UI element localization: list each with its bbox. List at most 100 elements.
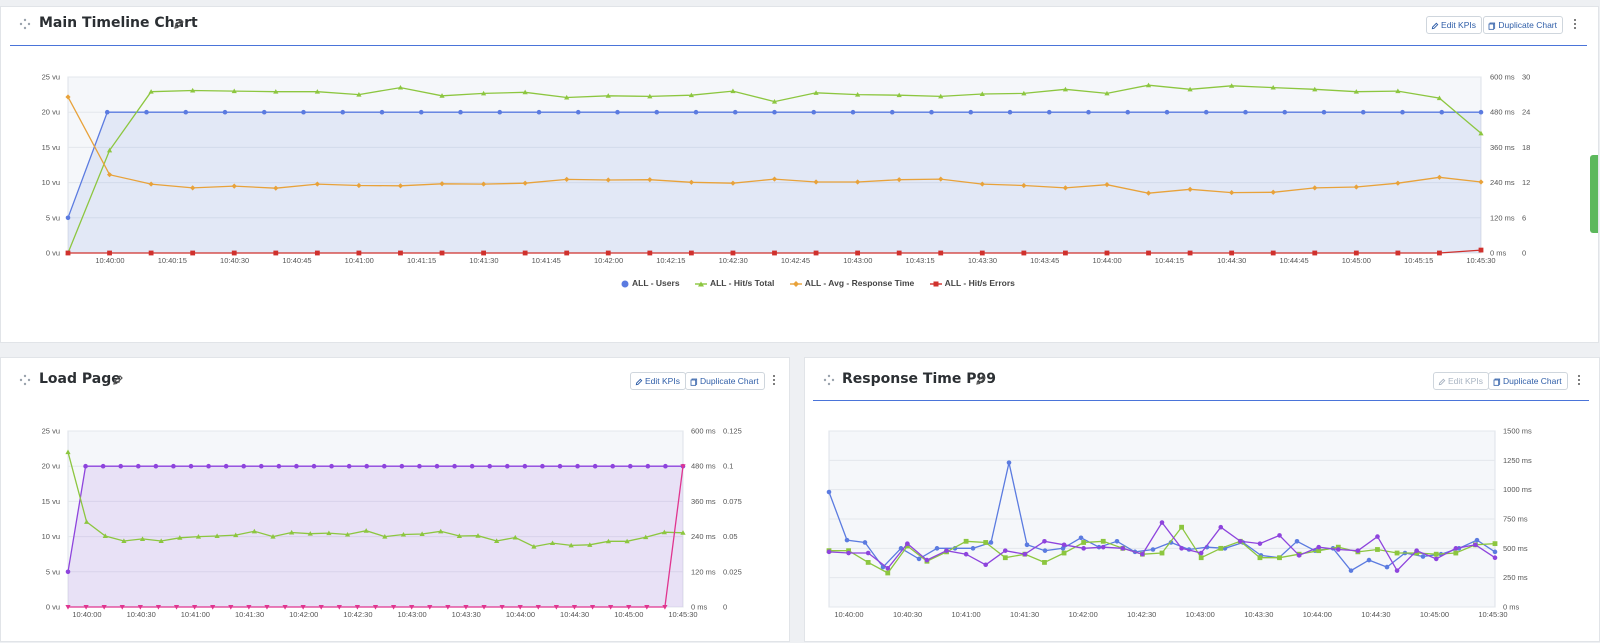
x-tick-label: 10:42:00	[1069, 610, 1098, 619]
data-point	[329, 463, 334, 469]
y-right-tick-label: 600 ms	[1490, 73, 1515, 82]
data-point	[1375, 547, 1380, 552]
data-point	[222, 109, 228, 115]
x-tick-label: 10:43:15	[906, 256, 935, 265]
data-point	[1203, 109, 1209, 115]
y-left-tick-label: 5 vu	[46, 567, 60, 576]
data-point	[1296, 553, 1302, 558]
data-point	[1277, 533, 1282, 538]
series-area-fill	[68, 466, 683, 607]
data-point	[970, 546, 976, 551]
x-tick-label: 10:41:00	[181, 610, 210, 619]
data-point	[148, 250, 154, 256]
data-point	[100, 463, 106, 469]
legend-item-hits-errors[interactable]: ALL - Hit/s Errors	[929, 278, 1015, 288]
data-point	[1159, 550, 1165, 556]
data-point	[1006, 460, 1012, 465]
data-point	[1179, 524, 1184, 530]
data-point	[1081, 540, 1087, 545]
y-right2-tick-label: 0	[723, 603, 727, 612]
y-right-tick-label: 120 ms	[691, 567, 716, 576]
data-point	[1492, 555, 1498, 561]
x-tick-label: 10:40:00	[834, 610, 863, 619]
x-tick-label: 10:44:00	[506, 610, 535, 619]
legend-circle-marker	[621, 280, 629, 288]
data-point	[1042, 548, 1048, 553]
data-point	[1061, 550, 1067, 556]
data-point	[934, 546, 940, 551]
data-point	[135, 463, 141, 469]
data-point	[855, 250, 861, 256]
data-point	[1229, 250, 1235, 256]
x-tick-label: 10:44:30	[1361, 610, 1390, 619]
data-point	[1238, 538, 1243, 544]
data-point	[730, 250, 736, 256]
data-point	[223, 463, 229, 469]
data-point	[1114, 538, 1120, 544]
x-tick-label: 10:43:30	[1244, 610, 1273, 619]
y-right-tick-label: 240 ms	[691, 532, 716, 541]
data-point	[1394, 568, 1400, 573]
y-right2-tick-label: 0.1	[723, 462, 733, 471]
data-point	[1046, 109, 1052, 115]
y-right-tick-label: 1000 ms	[1503, 485, 1532, 494]
data-point	[983, 562, 989, 568]
data-point	[1061, 542, 1067, 548]
y-right-tick-label: 360 ms	[1490, 143, 1515, 152]
data-point	[963, 551, 969, 557]
y-right-tick-label: 1250 ms	[1503, 456, 1532, 465]
x-tick-label: 10:40:00	[95, 256, 124, 265]
data-point	[865, 560, 871, 565]
legend-triangle-marker	[694, 281, 707, 287]
data-point	[190, 250, 196, 256]
feedback-side-tab[interactable]	[1590, 155, 1598, 233]
legend-item-hits-total[interactable]: ALL - Hit/s Total	[694, 278, 774, 288]
data-point	[104, 109, 110, 115]
x-tick-label: 10:41:45	[532, 256, 561, 265]
y-right2-tick-label: 0	[1522, 249, 1526, 258]
x-tick-label: 10:45:30	[668, 610, 697, 619]
data-point	[434, 463, 440, 469]
data-point	[929, 109, 934, 115]
data-point	[1355, 548, 1361, 553]
y-right2-tick-label: 0.025	[723, 567, 742, 576]
data-point	[1394, 550, 1400, 556]
data-point	[1164, 109, 1170, 115]
data-point	[1433, 551, 1439, 557]
data-point	[557, 463, 563, 469]
y-left-tick-label: 15 vu	[42, 497, 60, 506]
data-point	[1086, 109, 1091, 115]
data-point	[340, 109, 346, 115]
data-point	[575, 463, 580, 469]
load-page-chart: 0 vu5 vu10 vu15 vu20 vu25 vu0 ms120 ms24…	[42, 427, 742, 620]
data-point	[944, 548, 949, 553]
legend-item-users[interactable]: ALL - Users	[621, 278, 680, 288]
data-point	[1453, 550, 1459, 556]
data-point	[885, 565, 891, 571]
y-right-tick-label: 360 ms	[691, 497, 716, 506]
data-point	[772, 109, 777, 115]
data-point	[481, 250, 486, 256]
data-point	[1384, 564, 1390, 570]
data-point	[772, 250, 777, 256]
data-point	[1400, 109, 1405, 115]
data-point	[1007, 109, 1013, 115]
data-point	[1120, 546, 1126, 551]
data-point	[301, 109, 306, 115]
data-point	[398, 250, 403, 256]
data-point	[1478, 247, 1484, 253]
legend-item-avg-response-time[interactable]: ALL - Avg - Response Time	[789, 278, 914, 288]
data-point	[540, 463, 545, 469]
data-point	[988, 540, 994, 545]
response-time-p99-chart: 0 ms250 ms500 ms750 ms1000 ms1250 ms1500…	[826, 427, 1532, 619]
data-point	[65, 569, 71, 575]
y-right-tick-label: 480 ms	[1490, 108, 1515, 117]
data-point	[261, 109, 267, 115]
data-point	[458, 109, 463, 115]
y-left-tick-label: 10 vu	[42, 178, 60, 187]
data-point	[399, 463, 405, 469]
data-point	[1198, 555, 1204, 561]
data-point	[1420, 554, 1426, 559]
y-right2-tick-label: 12	[1522, 178, 1530, 187]
data-point	[153, 463, 159, 469]
